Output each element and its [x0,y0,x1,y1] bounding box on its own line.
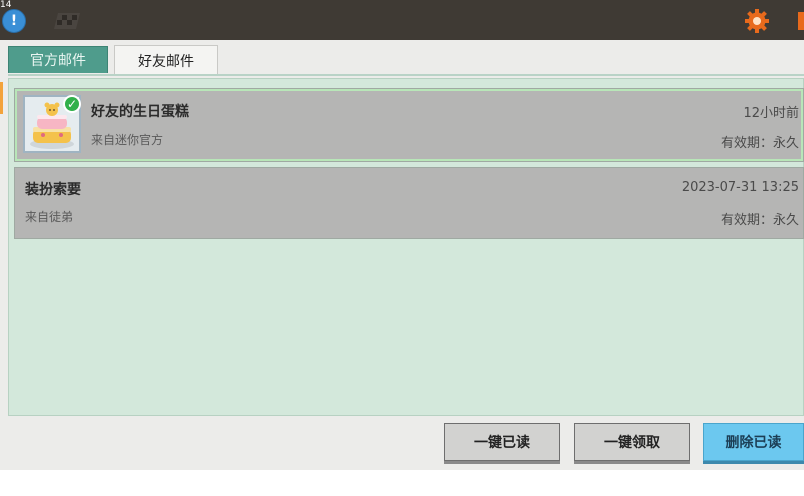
claimed-check-icon: ✓ [63,95,81,113]
tab-divider [8,74,804,76]
gear-icon[interactable] [744,8,770,34]
close-button-partial[interactable] [798,12,804,30]
mail-sender: 来自迷你官方 [91,133,164,147]
tab-friend-mail[interactable]: 好友邮件 [114,45,218,75]
claim-all-button[interactable]: 一键领取 [574,423,690,461]
mail-item[interactable]: 装扮索要 来自徒弟 2023-07-31 13:25 有效期：永久 [14,167,804,239]
mail-item[interactable]: ✓ 好友的生日蛋糕 来自迷你官方 12小时前 有效期：永久 [14,88,804,162]
info-icon[interactable]: ! [2,9,26,33]
top-bar: 14 ! [0,0,804,40]
flag-icon [54,13,80,29]
mail-title: 装扮索要 [25,182,81,198]
read-all-button[interactable]: 一键已读 [444,423,560,461]
delete-read-button[interactable]: 删除已读 [703,423,804,461]
mail-validity: 有效期：永久 [720,136,799,151]
mail-validity: 有效期：永久 [720,213,799,228]
tab-official-mail[interactable]: 官方邮件 [8,46,108,73]
mail-sender: 来自徒弟 [25,210,74,224]
mail-time: 12小时前 [743,106,799,121]
mail-title: 好友的生日蛋糕 [91,104,189,120]
selection-marker [0,82,3,114]
mail-time: 2023-07-31 13:25 [681,180,799,195]
